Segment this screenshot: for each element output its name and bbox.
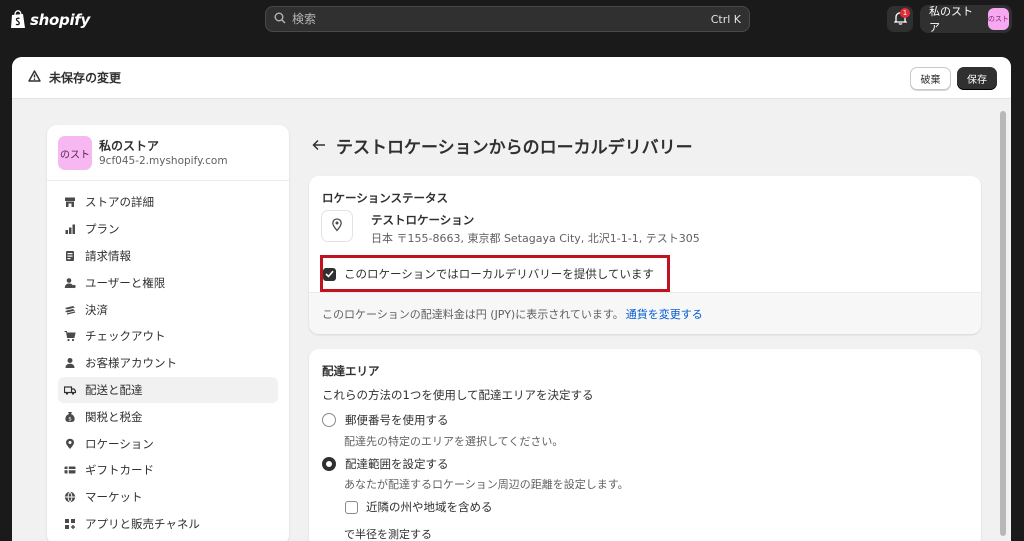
- location-status-card: ロケーションステータス テストロケーション 日本 〒155-8663, 東京都 …: [309, 176, 981, 334]
- notification-badge: 1: [900, 8, 910, 18]
- currency-note: このロケーションの配達料金は円 (JPY)に表示されています。: [322, 307, 624, 321]
- store-avatar: のスト: [58, 136, 92, 170]
- plan-icon: [64, 223, 76, 235]
- svg-text:$: $: [68, 416, 72, 422]
- sidebar-item-label: 関税と税金: [85, 409, 143, 424]
- store-icon: [64, 196, 76, 208]
- page-scrollbar[interactable]: [999, 103, 1006, 541]
- scrollbar-thumb[interactable]: [1000, 111, 1006, 536]
- search-input[interactable]: [292, 12, 711, 26]
- main-panel: 未保存の変更 破棄 保存 のスト 私のストア 9cf045-2.myshopif…: [12, 57, 1011, 541]
- sidebar-store-domain: 9cf045-2.myshopify.com: [99, 155, 228, 167]
- sidebar-item-label: ストアの詳細: [85, 195, 154, 210]
- sidebar-item-users[interactable]: ユーザーと権限: [58, 269, 278, 296]
- globe-icon: [64, 491, 76, 503]
- location-name: テストロケーション: [371, 213, 475, 227]
- sidebar-item-locations[interactable]: ロケーション: [58, 430, 278, 457]
- sidebar-item-plan[interactable]: プラン: [58, 216, 278, 243]
- sidebar-item-shipping[interactable]: 配送と配達: [58, 376, 278, 404]
- sidebar-item-store-details[interactable]: ストアの詳細: [58, 189, 278, 216]
- nearby-regions-label: 近隣の州や地域を含める: [366, 500, 493, 514]
- search-shortcut: Ctrl K: [710, 12, 741, 26]
- location-pin-icon: [331, 217, 343, 235]
- store-menu-button[interactable]: 私のストア のスト: [920, 5, 1012, 34]
- delivery-area-title: 配達エリア: [322, 364, 380, 378]
- sidebar-item-label: 決済: [85, 302, 108, 317]
- back-arrow-icon[interactable]: [312, 136, 326, 155]
- logo-text: shopify: [30, 10, 90, 29]
- change-currency-link[interactable]: 通貨を変更する: [626, 306, 703, 322]
- location-icon: [64, 438, 76, 450]
- search-icon: [274, 12, 286, 27]
- currency-footer: このロケーションの配達料金は円 (JPY)に表示されています。 通貨を変更する: [309, 292, 981, 334]
- nearby-regions-checkbox-row[interactable]: 近隣の州や地域を含める: [345, 499, 493, 515]
- settings-nav: ストアの詳細 プラン 請求情報 ユーザーと権限 決済 チェックアウト お客様アカ…: [58, 189, 278, 537]
- sidebar-store-name: 私のストア: [99, 139, 160, 153]
- sidebar-item-gift-cards[interactable]: ギフトカード: [58, 457, 278, 484]
- zip-code-help: 配達先の特定のエリアを選択してください。: [344, 435, 564, 448]
- page-header: テストロケーションからのローカルデリバリー: [312, 133, 693, 158]
- users-icon: [64, 277, 76, 289]
- sidebar-item-label: プラン: [85, 222, 120, 237]
- sidebar-item-label: アプリと販売チャネル: [85, 516, 200, 531]
- shopify-logo[interactable]: shopify: [10, 10, 90, 29]
- location-address: 日本 〒155-8663, 東京都 Setagaya City, 北沢1-1-1…: [371, 232, 700, 245]
- location-icon-box: [321, 210, 353, 242]
- location-status-title: ロケーションステータス: [322, 191, 449, 205]
- sidebar-item-payments[interactable]: 決済: [58, 296, 278, 323]
- radius-option[interactable]: 配達範囲を設定する: [322, 456, 449, 472]
- sidebar-item-checkout[interactable]: チェックアウト: [58, 323, 278, 350]
- sidebar-item-taxes[interactable]: $ 関税と税金: [58, 403, 278, 430]
- radius-radio[interactable]: [322, 457, 336, 471]
- gift-card-icon: [64, 464, 76, 476]
- store-name: 私のストア: [929, 5, 973, 34]
- page-title: テストロケーションからのローカルデリバリー: [336, 138, 693, 158]
- sidebar-item-label: チェックアウト: [85, 329, 166, 344]
- sidebar-item-label: ギフトカード: [85, 463, 154, 478]
- delivery-area-description: これらの方法の1つを使用して配達エリアを決定する: [322, 388, 594, 402]
- contextual-save-bar: 未保存の変更 破棄 保存: [12, 57, 1011, 99]
- sidebar-item-billing[interactable]: 請求情報: [58, 243, 278, 270]
- search-bar[interactable]: Ctrl K: [265, 6, 750, 32]
- unsaved-changes-title: 未保存の変更: [49, 71, 122, 85]
- top-bar: shopify Ctrl K 1 私のストア のスト: [0, 0, 1024, 42]
- unsaved-title-group: 未保存の変更: [28, 69, 121, 86]
- store-avatar: のスト: [987, 8, 1009, 30]
- discard-button[interactable]: 破棄: [910, 67, 951, 90]
- radius-label: 配達範囲を設定する: [345, 457, 449, 471]
- person-icon: [64, 357, 76, 369]
- highlight-box: [320, 255, 670, 292]
- sidebar-item-markets[interactable]: マーケット: [58, 484, 278, 511]
- apps-icon: [64, 518, 76, 530]
- zip-code-label: 郵便番号を使用する: [345, 413, 449, 427]
- nearby-regions-checkbox[interactable]: [345, 500, 358, 514]
- warning-icon: [28, 70, 41, 85]
- tax-icon: $: [64, 411, 76, 423]
- notifications-button[interactable]: 1: [887, 6, 913, 32]
- sidebar-item-customer-accounts[interactable]: お客様アカウント: [58, 350, 278, 377]
- sidebar-item-label: 請求情報: [85, 248, 131, 263]
- billing-icon: [64, 250, 76, 262]
- sidebar-item-apps[interactable]: アプリと販売チャネル: [58, 511, 278, 538]
- zip-code-radio[interactable]: [322, 413, 336, 427]
- radius-help: あなたが配達するロケーション周辺の距離を設定します。: [344, 478, 629, 491]
- delivery-area-card: 配達エリア これらの方法の1つを使用して配達エリアを決定する 郵便番号を使用する…: [309, 349, 981, 541]
- settings-sidebar: のスト 私のストア 9cf045-2.myshopify.com ストアの詳細 …: [47, 125, 289, 541]
- sidebar-item-label: ロケーション: [85, 436, 154, 451]
- truck-icon: [64, 384, 76, 396]
- payments-icon: [64, 304, 76, 316]
- save-button[interactable]: 保存: [957, 67, 997, 90]
- sidebar-item-label: マーケット: [85, 490, 143, 505]
- cart-icon: [64, 330, 76, 342]
- sidebar-item-label: お客様アカウント: [85, 356, 177, 371]
- shopify-bag-icon: [10, 10, 26, 29]
- sidebar-item-label: 配送と配達: [85, 382, 143, 397]
- measure-radius-text: で半径を測定する: [344, 528, 432, 541]
- sidebar-item-label: ユーザーと権限: [85, 275, 166, 290]
- sidebar-store-header[interactable]: のスト 私のストア 9cf045-2.myshopify.com: [47, 125, 289, 181]
- zip-code-option[interactable]: 郵便番号を使用する: [322, 412, 449, 428]
